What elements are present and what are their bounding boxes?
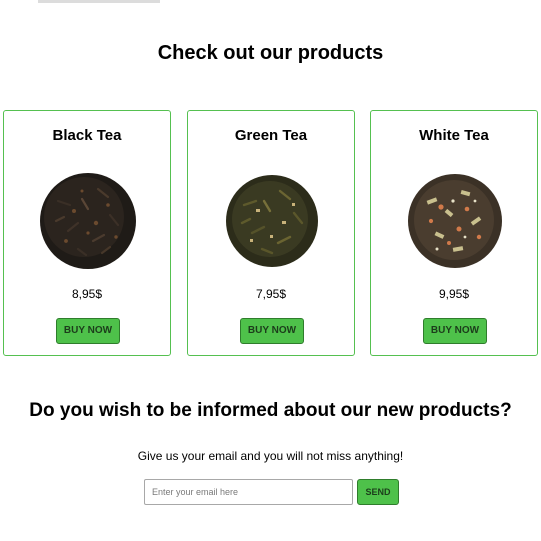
product-price: 9,95$: [438, 287, 470, 301]
green-tea-image: [226, 175, 318, 267]
newsletter-heading: Do you wish to be informed about our new…: [29, 400, 512, 421]
product-title: Black Tea: [52, 127, 122, 144]
black-tea-image: [40, 173, 136, 269]
buy-now-button[interactable]: BUY NOW: [240, 318, 304, 344]
buy-now-button[interactable]: BUY NOW: [423, 318, 487, 344]
product-price: 8,95$: [71, 287, 103, 301]
newsletter-subtitle: Give us your email and you will not miss…: [137, 449, 404, 463]
send-button[interactable]: SEND: [357, 479, 399, 505]
white-tea-image: [408, 174, 502, 268]
products-heading: Check out our products: [157, 42, 384, 64]
buy-now-button[interactable]: BUY NOW: [56, 318, 120, 344]
product-price: 7,95$: [255, 287, 287, 301]
product-card-black-tea: Black Tea 8,95$ BUY NOW: [3, 110, 171, 356]
email-input[interactable]: [144, 479, 353, 505]
product-title: White Tea: [419, 127, 489, 144]
product-card-green-tea: Green Tea 7,95$ BUY NOW: [187, 110, 355, 356]
product-title: Green Tea: [234, 127, 308, 144]
product-card-white-tea: White Tea 9,95$ BUY NOW: [370, 110, 538, 356]
top-nav-remnant: [38, 0, 160, 3]
